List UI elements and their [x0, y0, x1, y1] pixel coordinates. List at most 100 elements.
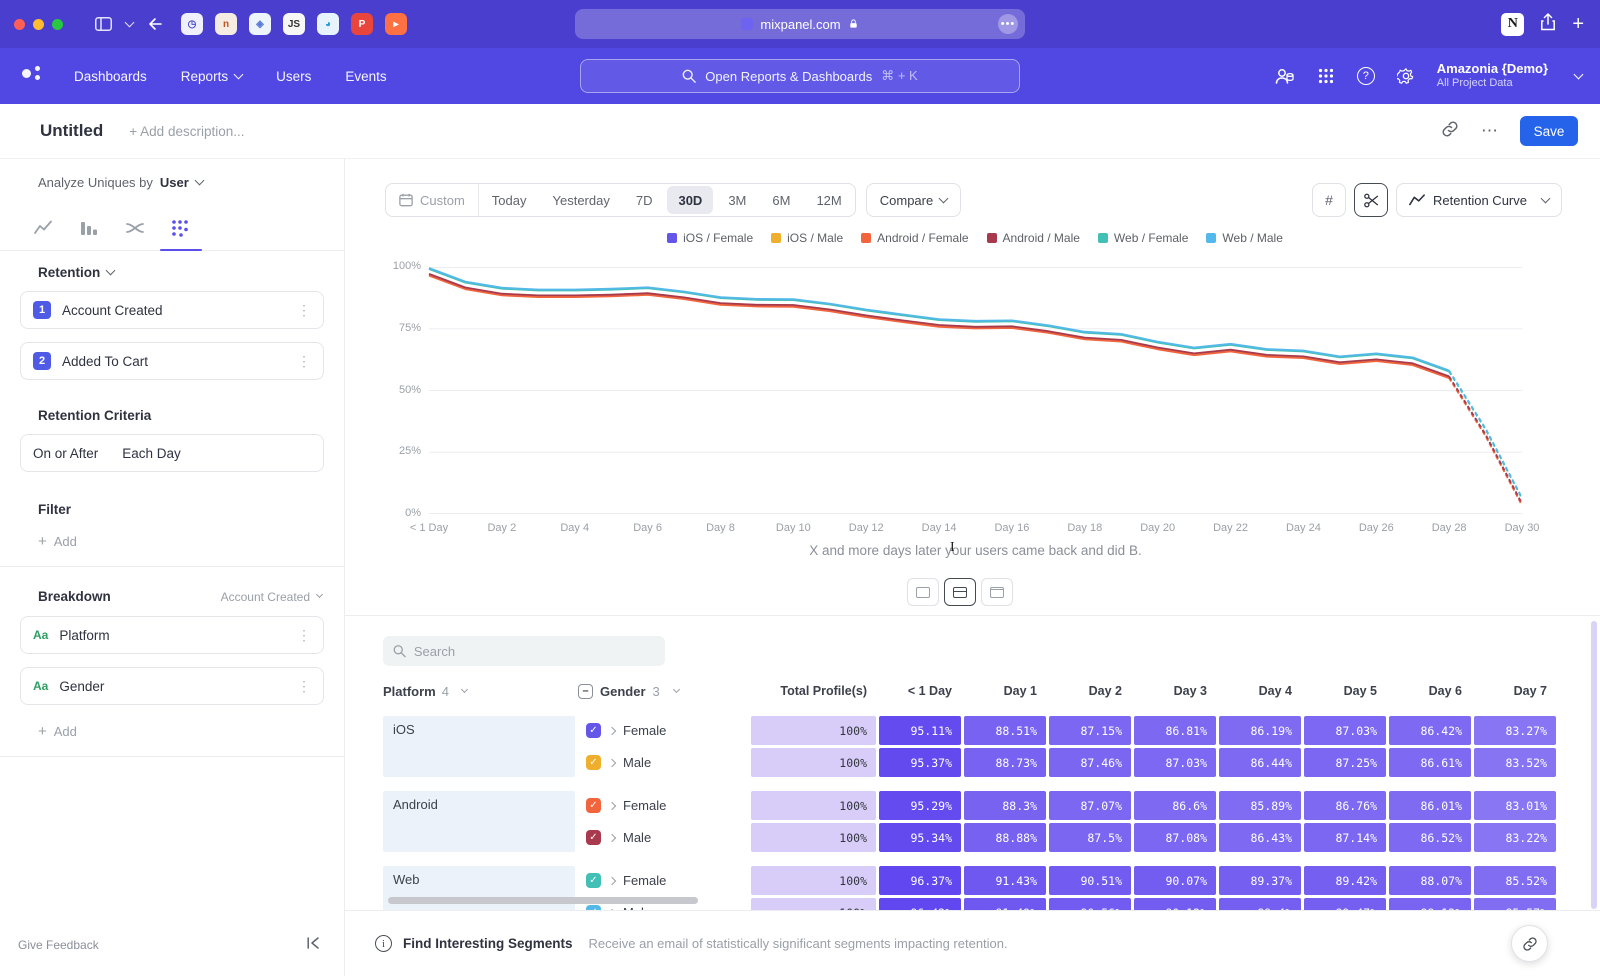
breakdown-gender[interactable]: Aa Gender ⋮ [20, 667, 324, 705]
back-icon[interactable] [147, 17, 163, 31]
more-options-icon[interactable]: ⋯ [1481, 121, 1498, 141]
save-button[interactable]: Save [1520, 116, 1578, 146]
column-total-profiles[interactable]: Total Profile(s) [751, 684, 876, 698]
mixpanel-logo[interactable] [22, 66, 48, 86]
expand-chevron-icon[interactable] [608, 726, 616, 734]
horizontal-scrollbar[interactable] [388, 897, 698, 904]
legend-web-female[interactable]: Web / Female [1098, 229, 1188, 247]
new-tab-icon[interactable]: + [1572, 13, 1584, 36]
nav-item-events[interactable]: Events [345, 69, 386, 84]
column-day-6[interactable]: Day 6 [1389, 684, 1471, 698]
range-yesterday[interactable]: Yesterday [540, 184, 623, 216]
share-icon[interactable] [1540, 13, 1556, 36]
nav-item-users[interactable]: Users [276, 69, 311, 84]
expand-chevron-icon[interactable] [608, 801, 616, 809]
expand-chevron-icon[interactable] [608, 758, 616, 766]
share-report-button[interactable] [1511, 925, 1548, 962]
url-bar[interactable]: mixpanel.com ••• [575, 9, 1025, 39]
breakdown-menu-icon[interactable]: ⋮ [297, 678, 311, 695]
add-description[interactable]: + Add description... [129, 124, 244, 139]
video-extension-icon[interactable]: ▸ [385, 13, 407, 35]
nav-item-dashboards[interactable]: Dashboards [74, 69, 147, 84]
legend-ios-female[interactable]: iOS / Female [667, 229, 753, 247]
column-day-7[interactable]: Day 7 [1474, 684, 1556, 698]
gender-cell[interactable]: ✓Male [578, 823, 748, 852]
column-day-4[interactable]: Day 4 [1219, 684, 1301, 698]
tab-flows[interactable] [122, 205, 148, 250]
series-checkbox[interactable]: ✓ [586, 723, 601, 738]
compare-button[interactable]: Compare [866, 183, 961, 217]
retention-criteria-selector[interactable]: On or After Each Day [20, 434, 324, 472]
help-icon[interactable]: ? [1357, 67, 1375, 85]
range-30d[interactable]: 30D [667, 186, 713, 214]
series-line-android-male[interactable] [1449, 376, 1522, 503]
range-6m[interactable]: 6M [759, 184, 803, 216]
series-checkbox[interactable]: ✓ [586, 798, 601, 813]
layout-table-only-button[interactable] [981, 578, 1013, 606]
expand-chevron-icon[interactable] [608, 833, 616, 841]
select-all-checkbox[interactable]: – [578, 684, 593, 699]
url-menu-icon[interactable]: ••• [998, 14, 1018, 34]
tab-retention[interactable] [168, 205, 194, 250]
close-window-button[interactable] [14, 19, 25, 30]
column-day-5[interactable]: Day 5 [1304, 684, 1386, 698]
p-extension-icon[interactable]: P [351, 13, 373, 35]
zoom-window-button[interactable] [52, 19, 63, 30]
give-feedback-link[interactable]: Give Feedback [18, 938, 99, 952]
tab-insights[interactable] [30, 205, 56, 250]
range-today[interactable]: Today [479, 184, 540, 216]
nav-item-reports[interactable]: Reports [181, 69, 242, 84]
table-search-input[interactable] [414, 644, 655, 659]
cloud-extension-icon[interactable]: ◕ [317, 13, 339, 35]
global-search-button[interactable]: Open Reports & Dashboards ⌘ + K [580, 59, 1020, 93]
column-day-2[interactable]: Day 2 [1049, 684, 1131, 698]
cube-extension-icon[interactable]: ◈ [249, 13, 271, 35]
column-day-3[interactable]: Day 3 [1134, 684, 1216, 698]
legend-android-female[interactable]: Android / Female [861, 229, 968, 247]
legend-ios-male[interactable]: iOS / Male [771, 229, 843, 247]
settings-gear-icon[interactable] [1395, 65, 1417, 87]
column-gender[interactable]: – Gender 3 [578, 684, 748, 699]
column-1-day[interactable]: < 1 Day [879, 684, 961, 698]
sidebar-toggle-icon[interactable] [95, 17, 112, 31]
breakdown-menu-icon[interactable]: ⋮ [297, 627, 311, 644]
series-checkbox[interactable]: ✓ [586, 873, 601, 888]
segment-tool-button[interactable] [1354, 183, 1388, 217]
tab-funnels[interactable] [76, 205, 102, 250]
gender-cell[interactable]: ✓Female [578, 791, 748, 820]
range-3m[interactable]: 3M [715, 184, 759, 216]
series-line-web-male[interactable] [429, 268, 1449, 371]
gender-cell[interactable]: ✓Male [578, 748, 748, 777]
legend-web-male[interactable]: Web / Male [1206, 229, 1282, 247]
copy-link-icon[interactable] [1441, 120, 1459, 143]
data-management-icon[interactable] [1273, 65, 1295, 87]
series-checkbox[interactable]: ✓ [586, 830, 601, 845]
project-switcher[interactable]: Amazonia {Demo} All Project Data [1437, 61, 1548, 91]
layout-chart-only-button[interactable] [907, 578, 939, 606]
retention-section-label[interactable]: Retention [38, 265, 100, 280]
range-12m[interactable]: 12M [803, 184, 854, 216]
analyze-entity-selector[interactable]: User [160, 175, 189, 190]
layout-chart-and-table-button[interactable] [944, 578, 976, 606]
n-extension-icon[interactable]: n [215, 13, 237, 35]
apps-grid-icon[interactable] [1315, 65, 1337, 87]
clock-extension-icon[interactable]: ◷ [181, 13, 203, 35]
chart-type-selector[interactable]: Retention Curve [1396, 183, 1562, 217]
add-filter-button[interactable]: + Add [38, 533, 322, 550]
step-menu-icon[interactable]: ⋮ [297, 353, 311, 370]
step-added-to-cart[interactable]: 2 Added To Cart ⋮ [20, 342, 324, 380]
chart-plot-area[interactable]: 0%25%50%75%100% [429, 267, 1522, 514]
expand-chevron-icon[interactable] [608, 876, 616, 884]
step-account-created[interactable]: 1 Account Created ⋮ [20, 291, 324, 329]
js-extension-icon[interactable]: JS [283, 13, 305, 35]
notion-icon[interactable]: N [1501, 13, 1524, 36]
minimize-window-button[interactable] [33, 19, 44, 30]
legend-android-male[interactable]: Android / Male [987, 229, 1080, 247]
add-breakdown-button[interactable]: + Add [38, 723, 322, 740]
criteria-interval[interactable]: Each Day [122, 446, 181, 461]
table-search[interactable] [383, 636, 665, 666]
gender-cell[interactable]: ✓Female [578, 866, 748, 895]
annotations-button[interactable]: # [1312, 183, 1346, 217]
range-custom[interactable]: Custom [386, 184, 479, 216]
series-checkbox[interactable]: ✓ [586, 755, 601, 770]
